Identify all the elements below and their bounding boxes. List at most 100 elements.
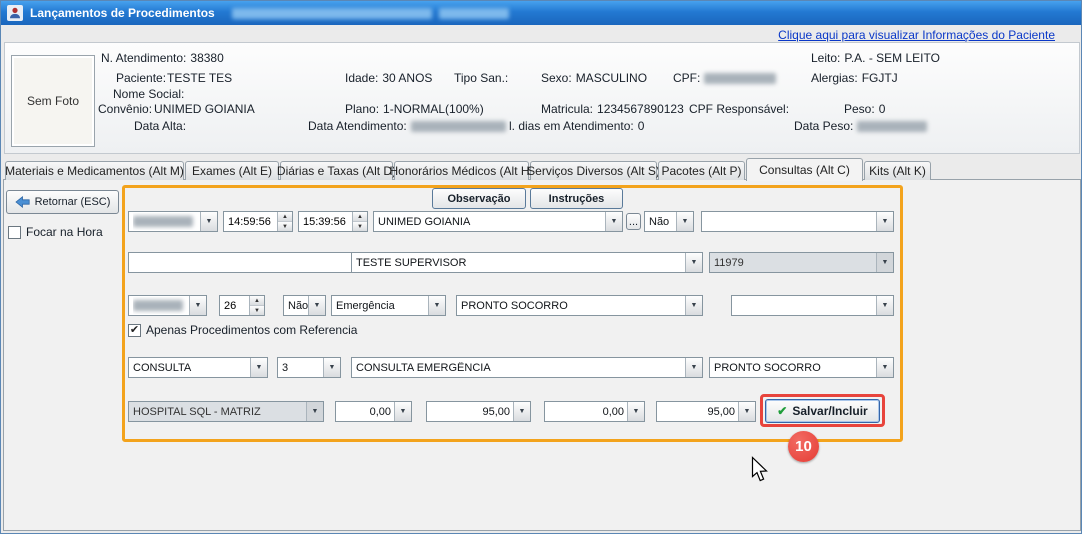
- chevron-down-icon[interactable]: ▼: [428, 296, 445, 315]
- tab-diarias-taxas[interactable]: Diárias e Taxas (Alt D): [280, 161, 393, 180]
- atendimento-field: N. Atendimento: 38380: [101, 51, 224, 65]
- atendimento-value: 38380: [190, 51, 223, 65]
- salvar-incluir-button[interactable]: ✔ Salvar/Incluir: [765, 399, 880, 423]
- nome-medico-value: TESTE SUPERVISOR: [356, 257, 685, 269]
- chevron-down-icon[interactable]: ▼: [685, 253, 702, 272]
- data-alta-label: Data Alta:: [134, 119, 186, 133]
- matricula-info-field: Matricula: 1234567890123: [541, 102, 684, 116]
- titlebar-redacted-text-2: [439, 8, 509, 19]
- prioridade-combobox[interactable]: ▼: [731, 295, 894, 316]
- spinner-buttons[interactable]: ▲▼: [249, 296, 264, 315]
- leito-field: Leito: P.A. - SEM LEITO: [811, 51, 940, 65]
- agendada-combobox[interactable]: Não ▼: [283, 295, 326, 316]
- dias-atendimento-label: l. dias em Atendimento:: [509, 119, 634, 133]
- chevron-down-icon[interactable]: ▼: [876, 358, 893, 377]
- chevron-down-icon[interactable]: ▼: [323, 358, 340, 377]
- local-combobox[interactable]: PRONTO SOCORRO ▼: [709, 357, 894, 378]
- checkbox-checked[interactable]: ✔: [128, 324, 141, 337]
- chevron-down-icon[interactable]: ▼: [627, 402, 644, 421]
- hora-final-value: 15:39:56: [303, 216, 352, 228]
- spin-up-icon[interactable]: ▲: [278, 212, 292, 221]
- rotina-emergencia-combobox[interactable]: Emergência ▼: [331, 295, 446, 316]
- cpf-redacted-value: [704, 73, 776, 84]
- checkbox-unchecked[interactable]: [8, 226, 21, 239]
- data-f6-combobox[interactable]: ▼: [128, 211, 218, 232]
- apenas-referencia-checkbox[interactable]: ✔ Apenas Procedimentos com Referencia: [128, 323, 357, 337]
- tab-servicos-diversos[interactable]: Serviços Diversos (Alt S): [530, 161, 657, 180]
- tab-kits[interactable]: Kits (Alt K): [864, 161, 931, 180]
- valor-total-value: 95,00: [661, 406, 738, 418]
- chevron-down-icon[interactable]: ▼: [876, 212, 893, 231]
- alergias-label: Alergias:: [811, 71, 858, 85]
- valor-convenio-combobox[interactable]: 95,00 ▼: [426, 401, 531, 422]
- quant-dias-spinner[interactable]: 26 ▲▼: [219, 295, 265, 316]
- tab-exames[interactable]: Exames (Alt E): [185, 161, 279, 180]
- tipo-san-label: Tipo San.:: [454, 71, 508, 85]
- procedimento-combobox[interactable]: CONSULTA EMERGÊNCIA ▼: [351, 357, 703, 378]
- instrucoes-button[interactable]: Instruções: [530, 188, 623, 209]
- chevron-down-icon[interactable]: ▼: [250, 358, 267, 377]
- tab-pacotes[interactable]: Pacotes (Alt P): [658, 161, 745, 180]
- origem-combobox[interactable]: PRONTO SOCORRO ▼: [456, 295, 703, 316]
- window-title: Lançamentos de Procedimentos: [30, 6, 215, 20]
- observacao-button[interactable]: Observação: [432, 188, 526, 209]
- chevron-down-icon[interactable]: ▼: [738, 402, 755, 421]
- app-window: Lançamentos de Procedimentos Clique aqui…: [0, 0, 1082, 534]
- grupo-lancamento-combobox[interactable]: ▼: [701, 211, 894, 232]
- tab-consultas[interactable]: Consultas (Alt C): [746, 158, 863, 181]
- spin-down-icon[interactable]: ▼: [353, 221, 367, 231]
- data-f6-redacted-value: [133, 213, 200, 230]
- spinner-buttons[interactable]: ▲▼: [352, 212, 367, 231]
- retornar-button[interactable]: Retornar (ESC): [6, 190, 119, 214]
- idade-label: Idade:: [345, 71, 378, 85]
- horario-esp-combobox[interactable]: Não ▼: [644, 211, 694, 232]
- local-value: PRONTO SOCORRO: [714, 362, 876, 374]
- historico-combobox[interactable]: CONSULTA ▼: [128, 357, 268, 378]
- convenio-combobox[interactable]: UNIMED GOIANIA ▼: [373, 211, 623, 232]
- tab-materiais-medicamentos[interactable]: Materiais e Medicamentos (Alt M): [5, 161, 184, 180]
- chevron-down-icon[interactable]: ▼: [200, 212, 217, 231]
- procedimento-value: CONSULTA EMERGÊNCIA: [356, 362, 685, 374]
- ultima-consulta-combobox[interactable]: ▼: [128, 295, 207, 316]
- nome-social-field: Nome Social:: [113, 87, 188, 101]
- chevron-down-icon[interactable]: ▼: [685, 358, 702, 377]
- chevron-down-icon[interactable]: ▼: [189, 296, 206, 315]
- chevron-down-icon[interactable]: ▼: [513, 402, 530, 421]
- spin-up-icon[interactable]: ▲: [250, 296, 264, 305]
- spinner-buttons[interactable]: ▲▼: [277, 212, 292, 231]
- atendimento-label: N. Atendimento:: [101, 51, 186, 65]
- codigo-proc-value: 3: [282, 362, 323, 374]
- valor-total-combobox[interactable]: 95,00 ▼: [656, 401, 756, 422]
- rotina-emergencia-value: Emergência: [336, 300, 428, 312]
- spin-down-icon[interactable]: ▼: [250, 305, 264, 315]
- chevron-down-icon[interactable]: ▼: [394, 402, 411, 421]
- chevron-down-icon[interactable]: ▼: [676, 212, 693, 231]
- tab-honorarios-medicos[interactable]: Honorários Médicos (Alt H): [394, 161, 529, 180]
- spin-down-icon[interactable]: ▼: [278, 221, 292, 231]
- chevron-down-icon[interactable]: ▼: [685, 296, 702, 315]
- codigo-proc-combobox[interactable]: 3 ▼: [277, 357, 341, 378]
- total-ch-value: 0,00: [340, 406, 394, 418]
- nome-medico-combobox[interactable]: TESTE SUPERVISOR ▼: [351, 252, 703, 273]
- valor-paciente-combobox[interactable]: 0,00 ▼: [544, 401, 645, 422]
- patient-info-link[interactable]: Clique aqui para visualizar Informações …: [778, 28, 1055, 42]
- mouse-cursor: [751, 456, 769, 483]
- chevron-down-icon[interactable]: ▼: [876, 296, 893, 315]
- paciente-field: Paciente: TESTE TES: [116, 71, 232, 85]
- chevron-down-icon[interactable]: ▼: [308, 296, 325, 315]
- spin-up-icon[interactable]: ▲: [353, 212, 367, 221]
- horario-esp-value: Não: [649, 216, 676, 228]
- chevron-down-icon[interactable]: ▼: [605, 212, 622, 231]
- hora-final-spinner[interactable]: 15:39:56 ▲▼: [298, 211, 368, 232]
- valor-convenio-value: 95,00: [431, 406, 513, 418]
- titlebar[interactable]: Lançamentos de Procedimentos: [1, 1, 1081, 25]
- data-alta-field: Data Alta:: [134, 119, 190, 133]
- agendada-value: Não: [288, 300, 308, 312]
- focar-na-hora-checkbox[interactable]: Focar na Hora: [8, 225, 103, 239]
- total-ch-combobox[interactable]: 0,00 ▼: [335, 401, 412, 422]
- prestador-combobox[interactable]: ▼: [128, 252, 371, 273]
- hora-inicial-spinner[interactable]: 14:59:56 ▲▼: [223, 211, 293, 232]
- peso-label: Peso:: [844, 102, 875, 116]
- convenio-ellipsis-button[interactable]: ...: [626, 213, 641, 230]
- plano-value: 1-NORMAL(100%): [383, 102, 484, 116]
